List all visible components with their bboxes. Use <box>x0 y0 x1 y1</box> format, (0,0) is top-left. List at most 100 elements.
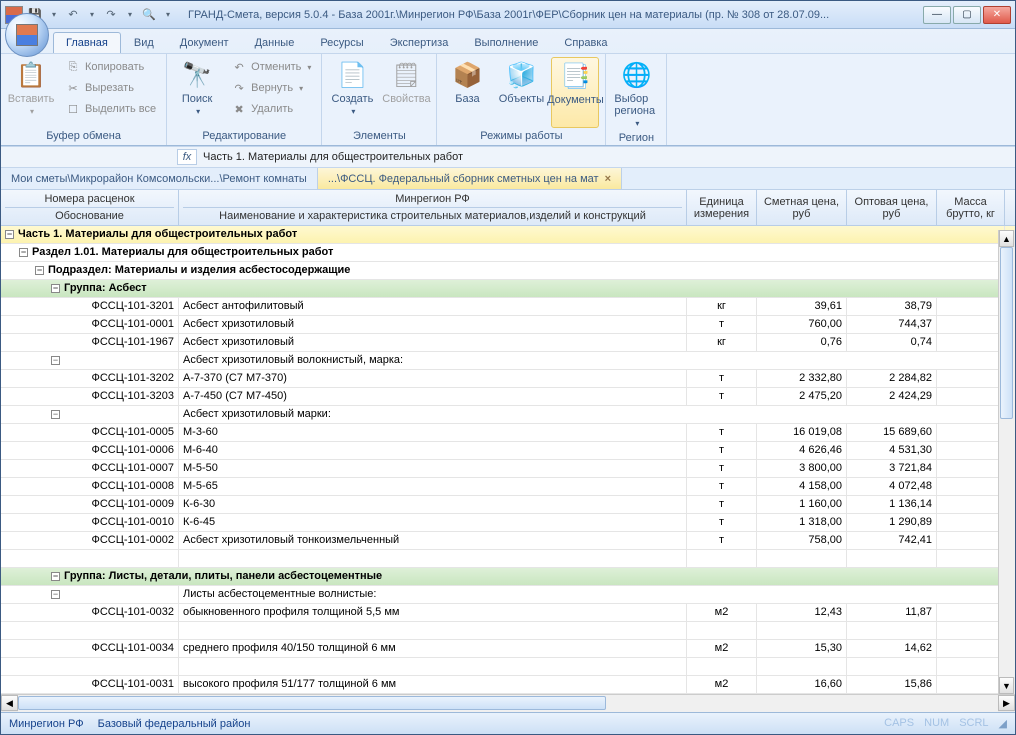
redo-button[interactable]: ↷Вернуть▾ <box>227 78 315 98</box>
chevron-down-icon[interactable]: ▾ <box>160 7 176 23</box>
properties-button[interactable]: 🗒 Свойства <box>382 57 430 128</box>
table-row[interactable]: ФССЦ-101-0007М-5-50т3 800,003 721,84 <box>1 460 1015 478</box>
qat-find-icon[interactable]: 🔍 <box>141 7 157 23</box>
table-row[interactable]: ФССЦ-101-1967Асбест хризотиловыйкг0,760,… <box>1 334 1015 352</box>
header-code[interactable]: Номера расценок Обоснование <box>1 190 179 225</box>
table-row[interactable]: ФССЦ-101-0002Асбест хризотиловый тонкоиз… <box>1 532 1015 550</box>
table-row[interactable]: ФССЦ-101-0006М-6-40т4 626,464 531,30 <box>1 442 1015 460</box>
header-name[interactable]: Минрегион РФ Наименование и характеристи… <box>179 190 687 225</box>
scroll-track[interactable] <box>999 247 1015 677</box>
copy-button[interactable]: ⎘Копировать <box>61 57 160 77</box>
table-row[interactable]: −Листы асбестоцементные волнистые: <box>1 586 1015 604</box>
scroll-thumb[interactable] <box>18 696 606 710</box>
cell-code: ФССЦ-101-3201 <box>1 298 179 315</box>
table-row[interactable] <box>1 622 1015 640</box>
cell-price2: 1 136,14 <box>847 496 937 513</box>
table-row[interactable]: ФССЦ-101-0001Асбест хризотиловыйт760,007… <box>1 316 1015 334</box>
objects-button[interactable]: 🧊 Объекты <box>497 57 545 128</box>
chevron-down-icon[interactable]: ▾ <box>122 7 138 23</box>
close-button[interactable]: ✕ <box>983 6 1011 24</box>
tab-resources[interactable]: Ресурсы <box>307 32 376 53</box>
cell-name: Асбест хризотиловый <box>179 316 687 333</box>
tab-view[interactable]: Вид <box>121 32 167 53</box>
tab-expertise[interactable]: Экспертиза <box>377 32 462 53</box>
app-orb-button[interactable] <box>5 13 49 57</box>
tab-execution[interactable]: Выполнение <box>461 32 551 53</box>
table-row[interactable]: ФССЦ-101-0010К-6-45т1 318,001 290,89 <box>1 514 1015 532</box>
cell-code: ФССЦ-101-0034 <box>1 640 179 657</box>
cell-mass <box>937 388 1005 405</box>
collapse-icon[interactable]: − <box>51 356 60 365</box>
scroll-track[interactable] <box>18 695 998 712</box>
scroll-up-icon[interactable]: ▲ <box>999 230 1014 247</box>
documents-button[interactable]: 📑 Документы <box>551 57 599 128</box>
base-button[interactable]: 📦 База <box>443 57 491 128</box>
scroll-thumb[interactable] <box>1000 247 1013 419</box>
chevron-down-icon[interactable]: ▾ <box>84 7 100 23</box>
table-row[interactable]: ФССЦ-101-0008М-5-65т4 158,004 072,48 <box>1 478 1015 496</box>
selectall-button[interactable]: ☐Выделить все <box>61 99 160 119</box>
cell-mass <box>937 676 1005 693</box>
doc-tab[interactable]: ...\ФССЦ. Федеральный сборник сметных це… <box>318 168 622 189</box>
tab-data[interactable]: Данные <box>242 32 308 53</box>
horizontal-scrollbar[interactable]: ◀ ▶ <box>1 694 1015 712</box>
cut-button[interactable]: ✂Вырезать <box>61 78 160 98</box>
collapse-icon[interactable]: − <box>35 266 44 275</box>
collapse-icon[interactable]: − <box>51 284 60 293</box>
table-row[interactable]: ФССЦ-101-0009К-6-30т1 160,001 136,14 <box>1 496 1015 514</box>
table-row[interactable]: −Подраздел: Материалы и изделия асбестос… <box>1 262 1015 280</box>
qat-redo-icon[interactable]: ↷ <box>103 7 119 23</box>
tab-help[interactable]: Справка <box>551 32 620 53</box>
grid-body[interactable]: −Часть 1. Материалы для общестроительных… <box>1 226 1015 694</box>
delete-button[interactable]: ✖Удалить <box>227 99 315 119</box>
table-row[interactable]: −Группа: Листы, детали, плиты, панели ас… <box>1 568 1015 586</box>
paste-button[interactable]: 📋 Вставить ▾ <box>7 57 55 128</box>
table-row[interactable]: ФССЦ-101-0032обыкновенного профиля толщи… <box>1 604 1015 622</box>
table-row[interactable]: −Асбест хризотиловый волокнистый, марка: <box>1 352 1015 370</box>
table-row[interactable]: ФССЦ-101-0031высокого профиля 51/177 тол… <box>1 676 1015 694</box>
collapse-icon[interactable]: − <box>19 248 28 257</box>
table-row[interactable]: ФССЦ-101-0005М-3-60т16 019,0815 689,60 <box>1 424 1015 442</box>
group-title: Режимы работы <box>443 128 599 144</box>
find-button[interactable]: 🔭 Поиск ▾ <box>173 57 221 128</box>
table-row[interactable] <box>1 658 1015 676</box>
region-button[interactable]: 🌐 Выбор региона ▾ <box>612 57 660 130</box>
collapse-icon[interactable]: − <box>51 572 60 581</box>
collapse-icon[interactable]: − <box>51 590 60 599</box>
maximize-button[interactable]: ▢ <box>953 6 981 24</box>
chevron-down-icon[interactable]: ▾ <box>46 7 62 23</box>
collapse-icon[interactable]: − <box>51 410 60 419</box>
scroll-left-icon[interactable]: ◀ <box>1 695 18 711</box>
table-row[interactable] <box>1 550 1015 568</box>
table-row[interactable]: −Раздел 1.01. Материалы для общестроител… <box>1 244 1015 262</box>
create-button[interactable]: 📄 Создать ▾ <box>328 57 376 128</box>
table-row[interactable]: −Часть 1. Материалы для общестроительных… <box>1 226 1015 244</box>
scroll-right-icon[interactable]: ▶ <box>998 695 1015 711</box>
scroll-down-icon[interactable]: ▼ <box>999 677 1014 694</box>
tab-main[interactable]: Главная <box>53 32 121 53</box>
cell-price1: 2 332,80 <box>757 370 847 387</box>
table-row[interactable]: −Асбест хризотиловый марки: <box>1 406 1015 424</box>
table-row[interactable]: ФССЦ-101-0034среднего профиля 40/150 тол… <box>1 640 1015 658</box>
table-row[interactable]: ФССЦ-101-3201Асбест антофилитовыйкг39,61… <box>1 298 1015 316</box>
minimize-button[interactable]: — <box>923 6 951 24</box>
collapse-icon[interactable]: − <box>5 230 14 239</box>
header-price2[interactable]: Оптовая цена, руб <box>847 190 937 225</box>
header-mass[interactable]: Масса брутто, кг <box>937 190 1005 225</box>
fx-icon[interactable]: fx <box>177 149 197 165</box>
quick-access-toolbar: 💾▾ ↶▾ ↷▾ 🔍 ▾ <box>27 7 176 23</box>
tab-document[interactable]: Документ <box>167 32 242 53</box>
close-tab-icon[interactable]: × <box>605 173 611 185</box>
table-row[interactable]: ФССЦ-101-3202А-7-370 (С7 М7-370)т2 332,8… <box>1 370 1015 388</box>
resize-grip-icon[interactable]: ◢ <box>999 717 1007 730</box>
formula-input[interactable] <box>203 151 1009 163</box>
formula-bar: fx <box>1 146 1015 168</box>
table-row[interactable]: −Группа: Асбест <box>1 280 1015 298</box>
qat-undo-icon[interactable]: ↶ <box>65 7 81 23</box>
header-price1[interactable]: Сметная цена, руб <box>757 190 847 225</box>
undo-button[interactable]: ↶Отменить▾ <box>227 57 315 77</box>
vertical-scrollbar[interactable]: ▲ ▼ <box>998 230 1015 694</box>
doc-tab[interactable]: Мои сметы\Микрорайон Комсомольски...\Рем… <box>1 168 318 189</box>
header-unit[interactable]: Единица измерения <box>687 190 757 225</box>
table-row[interactable]: ФССЦ-101-3203А-7-450 (С7 М7-450)т2 475,2… <box>1 388 1015 406</box>
